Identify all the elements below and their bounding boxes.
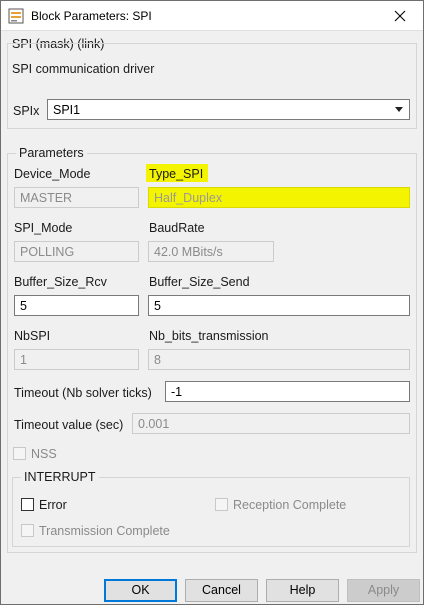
device-mode-field: MASTER bbox=[14, 187, 139, 208]
spix-label: SPIx bbox=[13, 104, 40, 118]
baudrate-field: 42.0 MBits/s bbox=[148, 241, 274, 262]
buffer-size-send-label: Buffer_Size_Send bbox=[149, 275, 250, 289]
chevron-down-icon bbox=[395, 107, 403, 112]
cancel-button[interactable]: Cancel bbox=[185, 579, 258, 602]
buffer-size-send-input[interactable]: 5 bbox=[148, 295, 410, 316]
reception-complete-label: Reception Complete bbox=[233, 498, 347, 512]
ok-button[interactable]: OK bbox=[104, 579, 177, 602]
transmission-complete-label: Transmission Complete bbox=[39, 524, 170, 538]
close-icon bbox=[394, 10, 406, 22]
buffer-size-rcv-input[interactable]: 5 bbox=[14, 295, 139, 316]
nbspi-field: 1 bbox=[14, 349, 139, 370]
title-bar: Block Parameters: SPI bbox=[1, 1, 423, 31]
spix-value: SPI1 bbox=[53, 103, 81, 117]
parameters-title: Parameters bbox=[16, 146, 87, 160]
close-button[interactable] bbox=[377, 1, 423, 31]
timeout-sec-field: 0.001 bbox=[132, 413, 410, 434]
type-spi-label: Type_SPI bbox=[149, 167, 204, 181]
spi-mode-label: SPI_Mode bbox=[14, 221, 73, 235]
apply-button: Apply bbox=[347, 579, 420, 602]
nb-bits-transmission-field: 8 bbox=[148, 349, 410, 370]
transmission-complete-checkbox bbox=[21, 524, 34, 537]
nbspi-label: NbSPI bbox=[14, 329, 51, 343]
block-parameters-dialog: Block Parameters: SPI SPI (mask) (link) … bbox=[0, 0, 424, 605]
block-parameters-icon bbox=[8, 8, 24, 24]
error-checkbox[interactable] bbox=[21, 498, 34, 511]
spi-mode-field: POLLING bbox=[14, 241, 139, 262]
timeout-label: Timeout (Nb solver ticks) bbox=[14, 386, 152, 400]
mask-description: SPI communication driver bbox=[12, 62, 155, 76]
help-button[interactable]: Help bbox=[266, 579, 339, 602]
timeout-input[interactable]: -1 bbox=[165, 381, 410, 402]
nss-checkbox bbox=[13, 447, 26, 460]
baudrate-label: BaudRate bbox=[149, 221, 205, 235]
nss-label: NSS bbox=[31, 447, 57, 461]
buffer-size-rcv-label: Buffer_Size_Rcv bbox=[14, 275, 107, 289]
type-spi-field: Half_Duplex bbox=[148, 187, 410, 208]
interrupt-title: INTERRUPT bbox=[21, 470, 99, 484]
spix-select[interactable]: SPI1 bbox=[47, 99, 410, 120]
timeout-sec-label: Timeout value (sec) bbox=[14, 418, 124, 432]
reception-complete-checkbox bbox=[215, 498, 228, 511]
device-mode-label: Device_Mode bbox=[14, 167, 91, 181]
nb-bits-transmission-label: Nb_bits_transmission bbox=[149, 329, 269, 343]
window-title: Block Parameters: SPI bbox=[31, 9, 152, 23]
error-label: Error bbox=[39, 498, 67, 512]
